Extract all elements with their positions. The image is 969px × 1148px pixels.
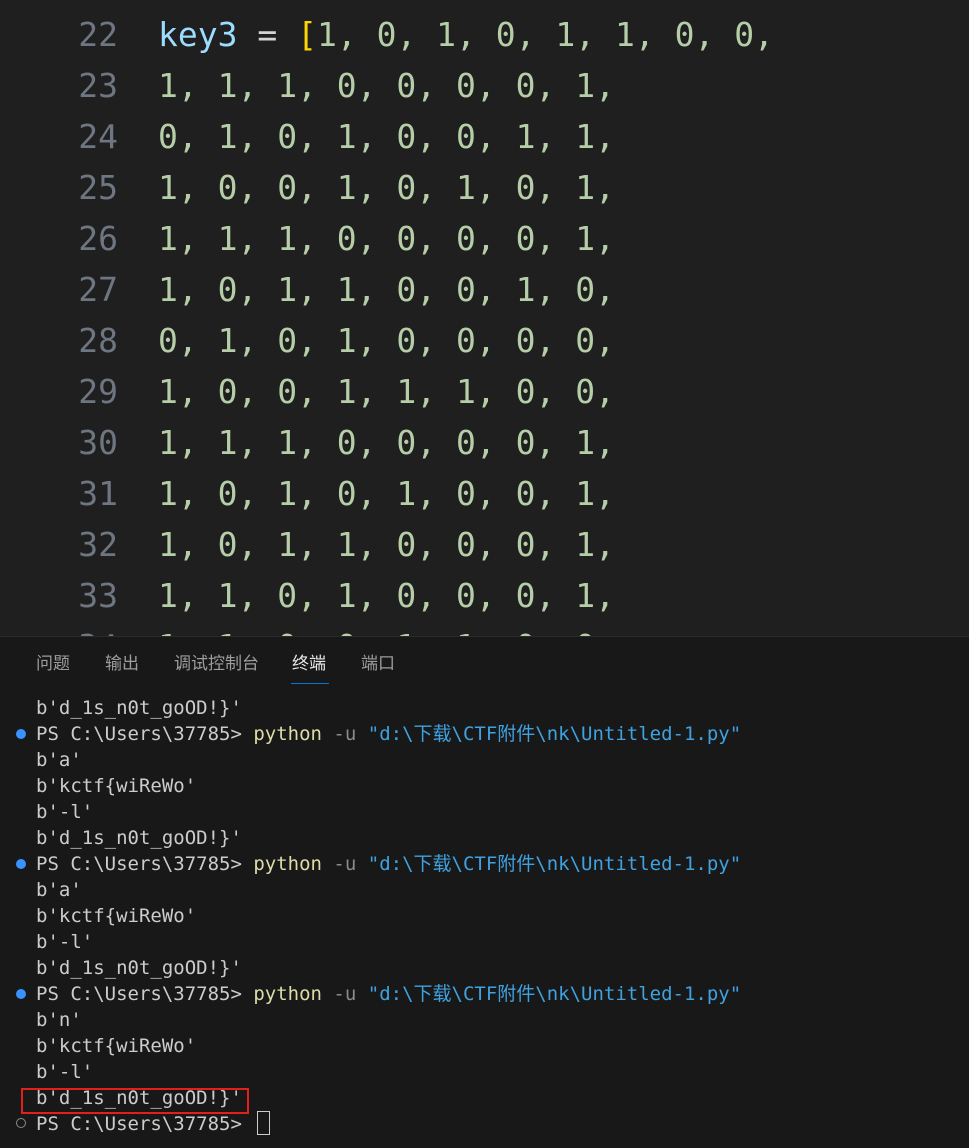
open-bracket: [ [297, 15, 317, 54]
terminal-command-line: PS C:\Users\37785> python -u "d:\下载\CTF附… [36, 981, 741, 1007]
line-number: 32 [78, 525, 118, 564]
terminal-output-line: b'd_1s_n0t_goOD!}' [36, 957, 242, 979]
command-pending-icon[interactable] [16, 1118, 26, 1128]
tab-ports[interactable]: 端口 [361, 653, 395, 675]
active-tab-indicator [291, 683, 329, 684]
command-success-icon[interactable] [16, 989, 26, 999]
code-text: key3 = [1, 0, 1, 0, 1, 1, 0, 0, [158, 9, 774, 60]
terminal-output-line: b'-l' [36, 1061, 94, 1083]
code-line: 34 1, 1, 0, 0, 1, 1, 0, 0, [0, 621, 969, 636]
command-flag: -u [321, 723, 368, 745]
terminal-output-line: b'a' [36, 879, 82, 901]
code-line: 29 1, 0, 0, 1, 1, 1, 0, 0, [0, 366, 969, 417]
line-number: 22 [78, 15, 118, 54]
command-success-icon[interactable] [16, 729, 26, 739]
terminal-output-line: b'-l' [36, 931, 94, 953]
line-number: 24 [78, 117, 118, 156]
code-line: 25 1, 0, 0, 1, 0, 1, 0, 1, [0, 162, 969, 213]
terminal-output-line: b'd_1s_n0t_goOD!}' [36, 827, 242, 849]
terminal-command-line: PS C:\Users\37785> python -u "d:\下载\CTF附… [36, 721, 741, 747]
array-values: 0, 1, 0, 1, 0, 0, 1, 1, [158, 117, 615, 156]
terminal-output-line: b'kctf{wiReWo' [36, 1035, 197, 1057]
variable-name: key3 [158, 15, 238, 54]
tab-terminal[interactable]: 终端 [292, 653, 326, 675]
prompt: PS C:\Users\37785> [36, 853, 254, 875]
code-line: 22 key3 = [1, 0, 1, 0, 1, 1, 0, 0, [0, 9, 969, 60]
array-values: 1, 1, 1, 0, 0, 0, 0, 1, [158, 423, 615, 462]
line-number: 23 [78, 66, 118, 105]
line-number: 34 [0, 621, 118, 636]
terminal-output-line: b'kctf{wiReWo' [36, 905, 197, 927]
code-line: 23 1, 1, 1, 0, 0, 0, 0, 1, [0, 60, 969, 111]
array-values: 1, 0, 1, 1, 0, 0, 0, 1, [158, 525, 615, 564]
command-path: "d:\下载\CTF附件\nk\Untitled-1.py" [367, 983, 742, 1005]
array-values: 0, 1, 0, 1, 0, 0, 0, 0, [158, 321, 615, 360]
bottom-panel: 问题 输出 调试控制台 终端 端口 b'd_1s_n0t_goOD!}' PS … [0, 637, 969, 1148]
command-python: python [253, 983, 322, 1005]
command-path: "d:\下载\CTF附件\nk\Untitled-1.py" [367, 723, 742, 745]
array-values: 1, 0, 1, 0, 1, 1, 0, 0, [316, 15, 774, 54]
prompt: PS C:\Users\37785> [36, 1113, 254, 1135]
terminal-output-line: b'-l' [36, 801, 94, 823]
line-number: 25 [78, 168, 118, 207]
command-python: python [253, 723, 322, 745]
line-number: 33 [78, 576, 118, 615]
array-values: 1, 0, 0, 1, 0, 1, 0, 1, [158, 168, 615, 207]
line-number: 28 [78, 321, 118, 360]
array-values: 1, 1, 1, 0, 0, 0, 0, 1, [158, 219, 615, 258]
terminal[interactable]: b'd_1s_n0t_goOD!}' PS C:\Users\37785> py… [0, 691, 969, 1148]
prompt: PS C:\Users\37785> [36, 723, 254, 745]
array-values: 1, 0, 0, 1, 1, 1, 0, 0, [158, 372, 615, 411]
terminal-cursor [257, 1110, 271, 1135]
code-line: 24 0, 1, 0, 1, 0, 0, 1, 1, [0, 111, 969, 162]
tab-output[interactable]: 输出 [105, 653, 139, 675]
line-number: 30 [78, 423, 118, 462]
terminal-output-line: b'n' [36, 1009, 82, 1031]
array-values: 1, 0, 1, 1, 0, 0, 1, 0, [158, 270, 615, 309]
tab-problems[interactable]: 问题 [36, 653, 70, 675]
code-line: 28 0, 1, 0, 1, 0, 0, 0, 0, [0, 315, 969, 366]
highlight-annotation-box [21, 1088, 249, 1114]
line-number: 27 [78, 270, 118, 309]
line-number: 26 [78, 219, 118, 258]
command-path: "d:\下载\CTF附件\nk\Untitled-1.py" [367, 853, 742, 875]
panel-tabs: 问题 输出 调试控制台 终端 端口 [0, 637, 969, 687]
terminal-prompt-line[interactable]: PS C:\Users\37785> [36, 1110, 271, 1137]
code-line: 26 1, 1, 1, 0, 0, 0, 0, 1, [0, 213, 969, 264]
code-editor[interactable]: 22 key3 = [1, 0, 1, 0, 1, 1, 0, 0, 23 1,… [0, 0, 969, 636]
command-success-icon[interactable] [16, 859, 26, 869]
prompt: PS C:\Users\37785> [36, 983, 254, 1005]
command-flag: -u [321, 853, 368, 875]
line-number: 29 [78, 372, 118, 411]
code-line: 31 1, 0, 1, 0, 1, 0, 0, 1, [0, 468, 969, 519]
terminal-command-line: PS C:\Users\37785> python -u "d:\下载\CTF附… [36, 851, 741, 877]
command-flag: -u [321, 983, 368, 1005]
line-number: 31 [78, 474, 118, 513]
command-python: python [253, 853, 322, 875]
array-values: 1, 1, 0, 0, 1, 1, 0, 0, [158, 621, 615, 636]
code-line: 33 1, 1, 0, 1, 0, 0, 0, 1, [0, 570, 969, 621]
code-line: 27 1, 0, 1, 1, 0, 0, 1, 0, [0, 264, 969, 315]
code-line: 32 1, 0, 1, 1, 0, 0, 0, 1, [0, 519, 969, 570]
array-values: 1, 1, 0, 1, 0, 0, 0, 1, [158, 576, 615, 615]
array-values: 1, 0, 1, 0, 1, 0, 0, 1, [158, 474, 615, 513]
assign-operator: = [237, 15, 298, 54]
terminal-output-line: b'd_1s_n0t_goOD!}' [36, 697, 242, 719]
terminal-output-line: b'a' [36, 749, 82, 771]
code-line: 30 1, 1, 1, 0, 0, 0, 0, 1, [0, 417, 969, 468]
terminal-output-line: b'kctf{wiReWo' [36, 775, 197, 797]
array-values: 1, 1, 1, 0, 0, 0, 0, 1, [158, 66, 615, 105]
tab-debug-console[interactable]: 调试控制台 [174, 653, 259, 675]
